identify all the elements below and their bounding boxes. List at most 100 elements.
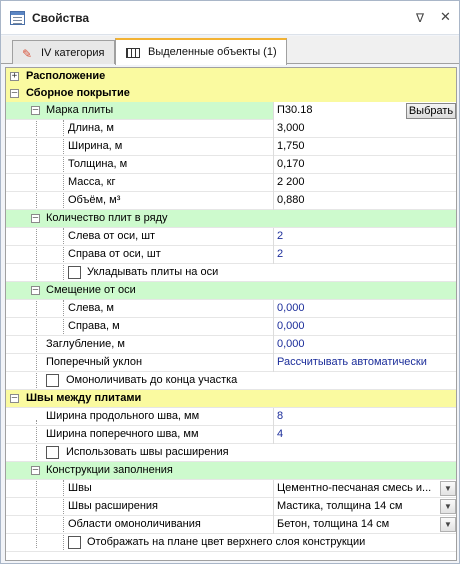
collapse-icon[interactable]: – — [10, 89, 19, 98]
use-exp-seams-checkbox[interactable] — [46, 446, 59, 459]
length-value[interactable]: 3,000 — [273, 120, 456, 138]
prop-use-exp-seams[interactable]: Использовать швы расширения — [6, 444, 456, 462]
length-label: Длина, м — [68, 122, 114, 134]
tab-category-label: IV категория — [41, 47, 105, 59]
prop-long-seam[interactable]: Ширина продольного шва, мм 8 — [6, 408, 456, 426]
offset-right-label: Справа, м — [68, 320, 120, 332]
prop-length[interactable]: Длина, м 3,000 — [6, 120, 456, 138]
fill-mono-text: Бетон, толщина 14 см — [277, 518, 390, 530]
cross-seam-value[interactable]: 4 — [273, 426, 456, 444]
pencil-icon: ✎ — [22, 47, 33, 61]
thickness-label: Толщина, м — [68, 158, 128, 170]
panel-titlebar: Свойства ∇ ✕ — [1, 1, 459, 35]
chevron-down-icon[interactable]: ▼ — [440, 499, 456, 514]
tab-selected-objects-label: Выделенные объекты (1) — [148, 46, 277, 58]
tab-bar: ✎ IV категория Выделенные объекты (1) — [1, 36, 459, 65]
depth-label: Заглубление, м — [46, 338, 125, 350]
tab-category[interactable]: ✎ IV категория — [12, 40, 115, 64]
pin-icon[interactable]: ∇ — [416, 11, 424, 25]
chevron-down-icon[interactable]: ▼ — [440, 481, 456, 496]
collapse-icon[interactable]: – — [10, 394, 19, 403]
category-assembled[interactable]: – Сборное покрытие — [6, 85, 456, 103]
long-seam-label: Ширина продольного шва, мм — [46, 410, 200, 422]
prop-thickness[interactable]: Толщина, м 0,170 — [6, 156, 456, 174]
mass-label: Масса, кг — [68, 176, 116, 188]
fill-exp-text: Мастика, толщина 14 см — [277, 500, 403, 512]
prop-monolith-end[interactable]: Омоноличивать до конца участка — [6, 372, 456, 390]
close-icon[interactable]: ✕ — [440, 9, 451, 25]
prop-slab-count[interactable]: – Количество плит в ряду — [6, 210, 456, 228]
slab-brand-value[interactable]: П30.18 Выбрать — [273, 102, 456, 120]
prop-depth[interactable]: Заглубление, м 0,000 — [6, 336, 456, 354]
fill-mono-label: Области омоноличивания — [68, 518, 201, 530]
prop-offset-left[interactable]: Слева, м 0,000 — [6, 300, 456, 318]
collapse-icon[interactable]: – — [31, 214, 40, 223]
prop-right-count[interactable]: Справа от оси, шт 2 — [6, 246, 456, 264]
grid-icon — [126, 48, 140, 58]
cross-seam-label: Ширина поперечного шва, мм — [46, 428, 199, 440]
prop-fill-exp[interactable]: Швы расширения Мастика, толщина 14 см ▼ — [6, 498, 456, 516]
prop-fill-seams[interactable]: Швы Цементно-песчаная смесь и... ▼ — [6, 480, 456, 498]
cross-slope-label: Поперечный уклон — [46, 356, 143, 368]
prop-cross-slope[interactable]: Поперечный уклон Рассчитывать автоматиче… — [6, 354, 456, 372]
category-seams[interactable]: – Швы между плитами — [6, 390, 456, 408]
prop-width[interactable]: Ширина, м 1,750 — [6, 138, 456, 156]
left-count-value[interactable]: 2 — [273, 228, 456, 246]
mass-value[interactable]: 2 200 — [273, 174, 456, 192]
prop-fill[interactable]: – Конструкции заполнения — [6, 462, 456, 480]
category-location-label: Расположение — [26, 70, 106, 82]
fill-mono-value[interactable]: Бетон, толщина 14 см ▼ — [273, 516, 456, 534]
select-button[interactable]: Выбрать — [406, 103, 456, 119]
prop-fill-mono[interactable]: Области омоноличивания Бетон, толщина 14… — [6, 516, 456, 534]
prop-offset[interactable]: – Смещение от оси — [6, 282, 456, 300]
fill-label: Конструкции заполнения — [46, 464, 173, 476]
offset-left-value[interactable]: 0,000 — [273, 300, 456, 318]
right-count-value[interactable]: 2 — [273, 246, 456, 264]
prop-offset-right[interactable]: Справа, м 0,000 — [6, 318, 456, 336]
panel-title: Свойства — [32, 11, 90, 25]
prop-cross-seam[interactable]: Ширина поперечного шва, мм 4 — [6, 426, 456, 444]
prop-mass[interactable]: Масса, кг 2 200 — [6, 174, 456, 192]
show-color-label: Отображать на плане цвет верхнего слоя к… — [87, 536, 366, 548]
fill-seams-label: Швы — [68, 482, 92, 494]
monolith-end-checkbox[interactable] — [46, 374, 59, 387]
tab-selected-objects[interactable]: Выделенные объекты (1) — [115, 38, 287, 65]
offset-right-value[interactable]: 0,000 — [273, 318, 456, 336]
lay-on-axis-label: Укладывать плиты на оси — [87, 266, 219, 278]
prop-lay-on-axis[interactable]: Укладывать плиты на оси — [6, 264, 456, 282]
property-grid: + Расположение – Сборное покрытие – Марк… — [5, 67, 457, 561]
left-count-label: Слева от оси, шт — [68, 230, 156, 242]
collapse-icon[interactable]: – — [31, 466, 40, 475]
monolith-end-label: Омоноличивать до конца участка — [66, 374, 238, 386]
width-value[interactable]: 1,750 — [273, 138, 456, 156]
prop-show-color[interactable]: Отображать на плане цвет верхнего слоя к… — [6, 534, 456, 552]
prop-volume[interactable]: Объём, м³ 0,880 — [6, 192, 456, 210]
category-seams-label: Швы между плитами — [26, 392, 142, 404]
volume-value[interactable]: 0,880 — [273, 192, 456, 210]
expand-icon[interactable]: + — [10, 72, 19, 81]
fill-exp-value[interactable]: Мастика, толщина 14 см ▼ — [273, 498, 456, 516]
prop-left-count[interactable]: Слева от оси, шт 2 — [6, 228, 456, 246]
slab-brand-text: П30.18 — [277, 104, 313, 116]
show-color-checkbox[interactable] — [68, 536, 81, 549]
right-count-label: Справа от оси, шт — [68, 248, 161, 260]
category-assembled-label: Сборное покрытие — [26, 87, 130, 99]
long-seam-value[interactable]: 8 — [273, 408, 456, 426]
depth-value[interactable]: 0,000 — [273, 336, 456, 354]
cross-slope-value[interactable]: Рассчитывать автоматически — [273, 354, 456, 372]
fill-seams-value[interactable]: Цементно-песчаная смесь и... ▼ — [273, 480, 456, 498]
width-label: Ширина, м — [68, 140, 123, 152]
fill-exp-label: Швы расширения — [68, 500, 159, 512]
lay-on-axis-checkbox[interactable] — [68, 266, 81, 279]
chevron-down-icon[interactable]: ▼ — [440, 517, 456, 532]
volume-label: Объём, м³ — [68, 194, 121, 206]
use-exp-seams-label: Использовать швы расширения — [66, 446, 229, 458]
offset-label: Смещение от оси — [46, 284, 136, 296]
category-location[interactable]: + Расположение — [6, 68, 456, 86]
thickness-value[interactable]: 0,170 — [273, 156, 456, 174]
collapse-icon[interactable]: – — [31, 286, 40, 295]
properties-panel: Свойства ∇ ✕ ✎ IV категория Выделенные о… — [0, 0, 460, 564]
collapse-icon[interactable]: – — [31, 106, 40, 115]
prop-slab-brand[interactable]: – Марка плиты П30.18 Выбрать — [6, 102, 456, 120]
slab-brand-label: Марка плиты — [46, 104, 114, 116]
